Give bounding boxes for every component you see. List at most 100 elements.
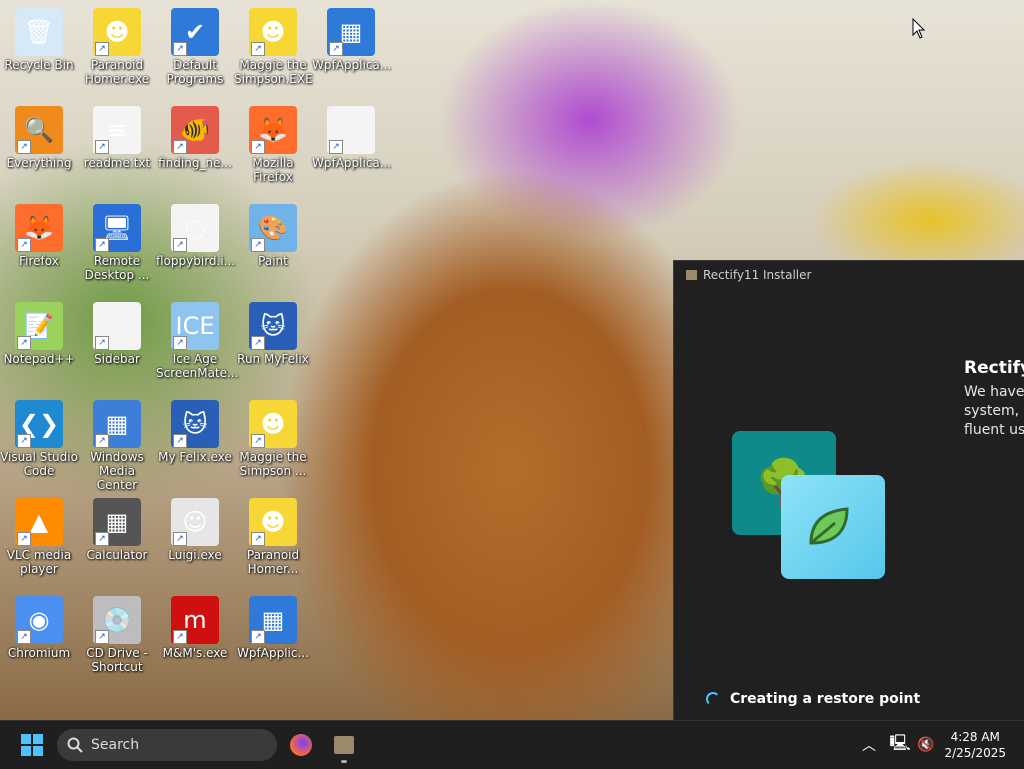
volume-muted-icon: 🔇 (917, 737, 935, 753)
start-button[interactable] (16, 729, 48, 761)
desktop-icon[interactable]: ▦ ↗ WpfApplica... (312, 8, 392, 72)
cd-drive-icon: 💿 ↗ (93, 596, 141, 644)
paint-icon: 🎨 ↗ (249, 204, 297, 252)
shortcut-arrow-icon: ↗ (251, 42, 265, 56)
desktop-icon-label: WpfApplica... (312, 156, 392, 170)
desktop-icon[interactable]: ICE ↗ Ice Age ScreenMate... (156, 302, 239, 380)
desktop-icon[interactable]: 🦊 ↗ Mozilla Firefox (234, 106, 312, 184)
desktop-icon-label: Remote Desktop ... (84, 254, 150, 282)
taskbar-installer-button[interactable] (328, 729, 360, 763)
desktop-icon-label: Luigi.exe (168, 548, 222, 562)
mozilla-firefox-icon: 🦊 ↗ (249, 106, 297, 154)
desktop-icon-label: WpfApplica... (312, 58, 392, 72)
installer-heading: Rectify1 (964, 358, 1024, 378)
floppybird-icon: ◌ ↗ (171, 204, 219, 252)
installer-app-icon (686, 270, 697, 280)
media-center-icon: ▦ ↗ (93, 400, 141, 448)
desktop-icon-label: My Felix.exe (158, 450, 232, 464)
desktop-icon[interactable]: 🔍 ↗ Everything (0, 106, 78, 170)
desktop-icon-label: Calculator (86, 548, 148, 562)
shortcut-arrow-icon: ↗ (17, 532, 31, 546)
desktop-icon[interactable]: ☺ ↗ Luigi.exe (156, 498, 234, 562)
shortcut-arrow-icon: ↗ (173, 532, 187, 546)
recycle-bin-icon: 🗑 (15, 8, 63, 56)
desktop-icon[interactable]: 🎨 ↗ Paint (234, 204, 312, 268)
shortcut-arrow-icon: ↗ (17, 336, 31, 350)
desktop-icon[interactable]: 🐱 ↗ Run MyFelix (234, 302, 312, 366)
desktop-icon[interactable]: ↗ Sidebar (78, 302, 156, 366)
desktop-icon[interactable]: 💿 ↗ CD Drive - Shortcut (78, 596, 156, 674)
everything-icon: 🔍 ↗ (15, 106, 63, 154)
text-file-icon: ≡ ↗ (93, 106, 141, 154)
desktop-icon[interactable]: ▦ ↗ Calculator (78, 498, 156, 562)
shortcut-arrow-icon: ↗ (251, 336, 265, 350)
desktop-icon-label: Visual Studio Code (0, 450, 78, 478)
desktop-icon[interactable]: ✔ ↗ Default Programs (156, 8, 234, 86)
taskbar-clock[interactable]: 4:28 AM 2/25/2025 (944, 729, 1006, 761)
desktop-icon[interactable]: ▦ ↗ WpfApplic... (234, 596, 312, 660)
desktop-icon[interactable]: ☻ ↗ Maggie the Simpson.EXE (234, 8, 313, 86)
windows-start-icon (21, 734, 43, 756)
shortcut-arrow-icon: ↗ (95, 140, 109, 154)
desktop-icon-label: Recycle Bin (4, 58, 74, 72)
wpf-app-1-icon: ▦ ↗ (327, 8, 375, 56)
shortcut-arrow-icon: ↗ (173, 238, 187, 252)
mouse-cursor-icon (912, 18, 926, 39)
shortcut-arrow-icon: ↗ (251, 238, 265, 252)
desktop-icon[interactable]: 📝 ↗ Notepad++ (0, 302, 78, 366)
installer-title-bar[interactable]: Rectify11 Installer (686, 268, 811, 282)
desktop-icon[interactable]: ❮❯ ↗ Visual Studio Code (0, 400, 78, 478)
desktop-icon[interactable]: m ↗ M&M's.exe (156, 596, 234, 660)
search-icon (67, 737, 83, 753)
shortcut-arrow-icon: ↗ (17, 140, 31, 154)
desktop-icon[interactable]: ≡ ↗ readme.txt (78, 106, 156, 170)
active-indicator (341, 760, 347, 763)
desktop-icon-label: M&M's.exe (162, 646, 228, 660)
shortcut-arrow-icon: ↗ (251, 532, 265, 546)
network-icon: 🖳 (889, 732, 911, 752)
shortcut-arrow-icon: ↗ (173, 336, 187, 350)
desktop-icon[interactable]: ↗ WpfApplica... (312, 106, 392, 170)
mm-icon: m ↗ (171, 596, 219, 644)
show-hidden-icons-button[interactable]: ︿ (853, 729, 885, 761)
desktop-icon-label: Default Programs (166, 58, 224, 86)
desktop-icon[interactable]: 🦊 ↗ Firefox (0, 204, 78, 268)
shortcut-arrow-icon: ↗ (17, 630, 31, 644)
rectify11-installer-window[interactable]: Rectify11 Installer 🌳 Rectify1 We have r… (673, 260, 1024, 720)
desktop-icon-label: Notepad++ (3, 352, 75, 366)
shortcut-arrow-icon: ↗ (95, 238, 109, 252)
desktop-icon-label: Everything (6, 156, 72, 170)
shortcut-arrow-icon: ↗ (95, 336, 109, 350)
shortcut-arrow-icon: ↗ (17, 238, 31, 252)
desktop-wallpaper[interactable]: 🗑 Recycle Bin 🔍 ↗ Everything 🦊 ↗ Firefox 📝 ↗ Notep… (0, 0, 1024, 720)
desktop-icon[interactable]: ☻ ↗ Maggie the Simpson ... (234, 400, 312, 478)
desktop-icon[interactable]: ▲ ↗ VLC media player (0, 498, 78, 576)
desktop-icon-label: WpfApplic... (237, 646, 309, 660)
desktop-icon[interactable]: 🐠 ↗ finding_ne... (156, 106, 234, 170)
clock-date: 2/25/2025 (944, 746, 1006, 760)
taskbar-firefox-button[interactable] (285, 729, 317, 761)
rectify-logo-leaf-tile (781, 475, 885, 579)
desktop-icon[interactable]: ◉ ↗ Chromium (0, 596, 78, 660)
desktop-icon-label: Ice Age ScreenMate... (156, 352, 239, 380)
desktop-icon[interactable]: 🖥 ↗ Remote Desktop ... (78, 204, 156, 282)
taskbar-search-box[interactable]: Search (57, 729, 277, 761)
desktop-icon-label: Maggie the Simpson.EXE (234, 58, 313, 86)
desktop-icon[interactable]: ☻ ↗ Paranoid Homer.exe (78, 8, 156, 86)
shortcut-arrow-icon: ↗ (251, 140, 265, 154)
desktop-icon-label: Paint (258, 254, 288, 268)
desktop-icon[interactable]: 🐱 ↗ My Felix.exe (156, 400, 234, 464)
shortcut-arrow-icon: ↗ (173, 434, 187, 448)
desktop-icon[interactable]: 🗑 Recycle Bin (0, 8, 78, 72)
volume-button[interactable]: 🔇 (910, 729, 942, 761)
desktop-icon[interactable]: ▦ ↗ Windows Media Center (78, 400, 156, 492)
desktop-icon[interactable]: ◌ ↗ floppybird.i... (156, 204, 236, 268)
shortcut-arrow-icon: ↗ (95, 434, 109, 448)
desktop-icon-label: CD Drive - Shortcut (86, 646, 148, 674)
desktop-icon[interactable]: ☻ ↗ Paranoid Homer... (234, 498, 312, 576)
shortcut-arrow-icon: ↗ (173, 42, 187, 56)
desktop-icon-label: floppybird.i... (156, 254, 236, 268)
installer-status: Creating a restore point (706, 691, 920, 707)
loading-spinner-icon (706, 692, 720, 706)
vscode-icon: ❮❯ ↗ (15, 400, 63, 448)
